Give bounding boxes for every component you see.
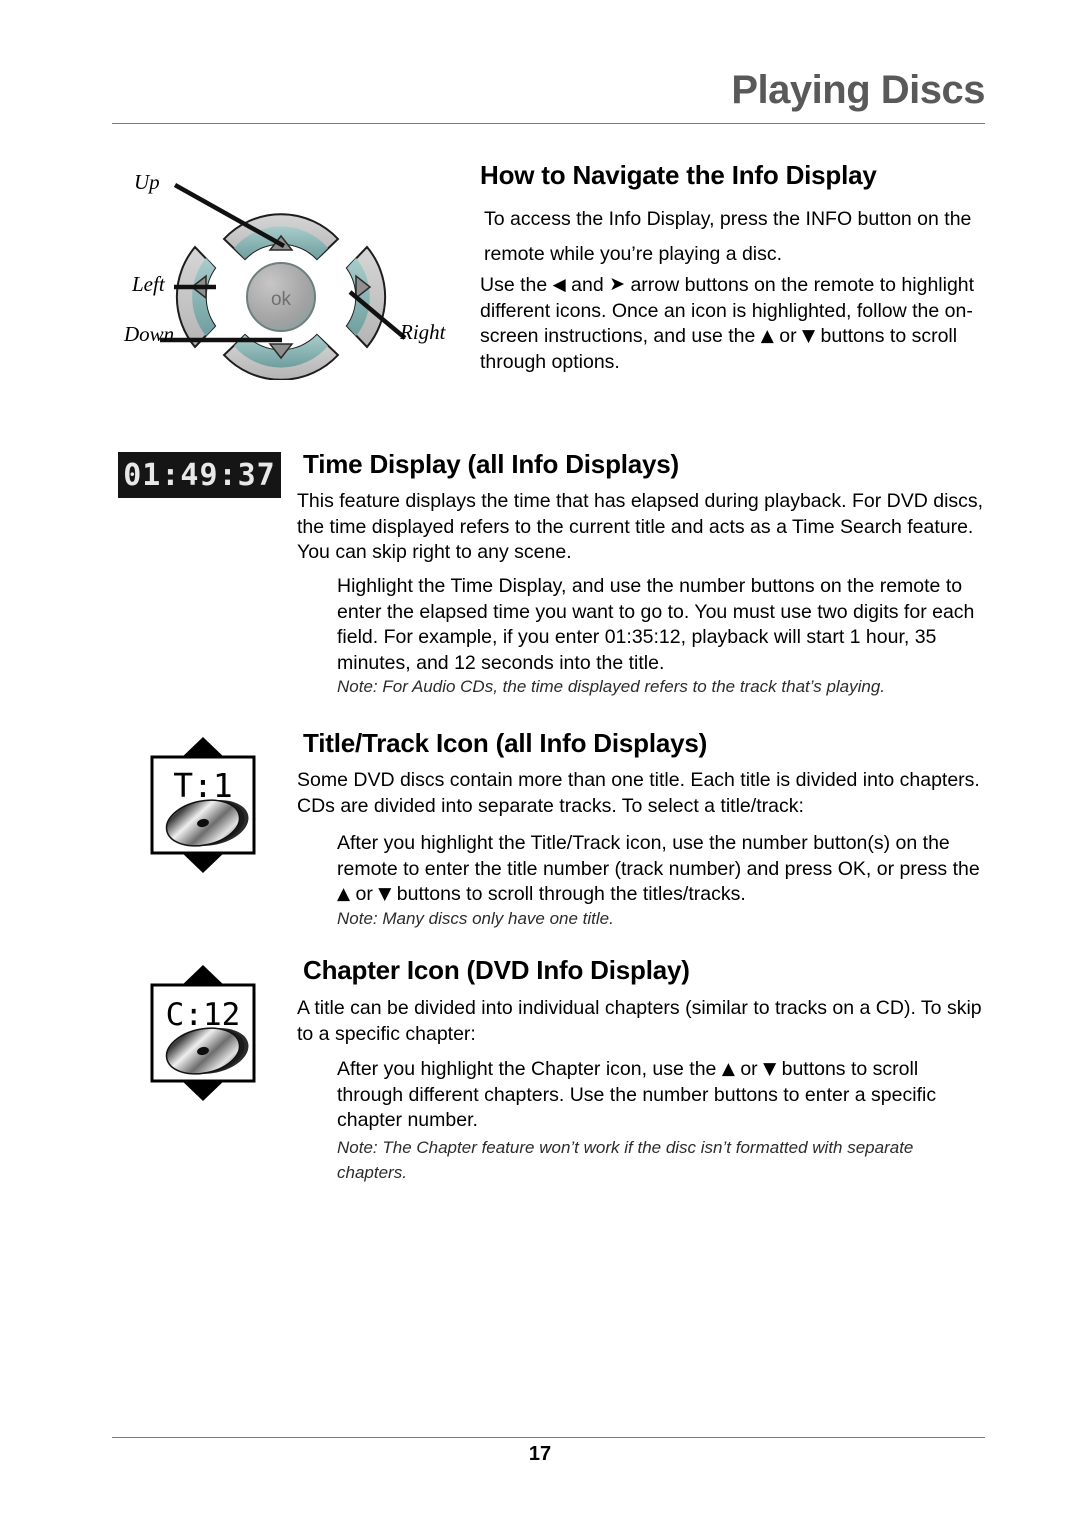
title-track-paragraph: Some DVD discs contain more than one tit… <box>297 769 980 817</box>
heading-time-display: Time Display (all Info Displays) <box>303 449 680 479</box>
chapter-indented-or: or <box>740 1058 758 1080</box>
chapter-paragraph: A title can be divided into individual c… <box>297 997 982 1045</box>
footer-divider <box>112 1437 985 1438</box>
heading-how-to-navigate: How to Navigate the Info Display <box>480 160 877 190</box>
nav-pad-left[interactable] <box>175 245 217 349</box>
page-number: 17 <box>528 1443 552 1465</box>
chapter-indented-pre: After you highlight the Chapter icon, us… <box>337 1058 717 1080</box>
navigate-p2-or: or <box>779 325 797 347</box>
chapter-note: Note: The Chapter feature won’t work if … <box>337 1138 914 1182</box>
nav-label-up: Up <box>134 170 160 194</box>
down-arrow-icon: ▼ <box>802 326 816 346</box>
navigate-p2-mid: and <box>571 274 604 296</box>
title-track-indented-or: or <box>355 883 373 905</box>
navigate-paragraph-1: To access the Info Display, press the IN… <box>484 202 984 272</box>
time-display-lcd-graphic: 01:49:37 <box>118 452 281 498</box>
chapter-icon-graphic: C:12 <box>142 963 264 1103</box>
nav-pad-graphic: ok <box>160 183 407 380</box>
nav-pad-ok-button[interactable]: ok <box>246 262 316 332</box>
up-arrow-icon: ▲ <box>721 1059 735 1079</box>
navigate-paragraph-1-line-1: To access the Info Display, press the IN… <box>484 208 972 230</box>
time-display-paragraph: This feature displays the time that has … <box>297 490 984 563</box>
chapter-indented-paragraph: After you highlight the Chapter icon, us… <box>337 1057 987 1134</box>
navigate-paragraph-1-line-2: remote while you’re playing a disc. <box>484 243 783 265</box>
nav-pad-ok-label: ok <box>271 289 292 310</box>
time-display-note: Note: For Audio CDs, the time displayed … <box>337 677 886 696</box>
nav-label-down: Down <box>124 322 175 346</box>
time-display-indented-paragraph: Highlight the Time Display, and use the … <box>337 575 975 674</box>
title-track-indented-paragraph: After you highlight the Title/Track icon… <box>337 831 987 908</box>
nav-label-right: Right <box>400 320 446 344</box>
header-divider <box>112 123 985 124</box>
page-title: Playing Discs <box>731 68 985 112</box>
navigation-pad-diagram: ok Up Left Down Right <box>112 160 472 380</box>
title-track-indented-pre: After you highlight the Title/Track icon… <box>337 832 980 880</box>
right-arrow-icon: ➤ <box>609 273 626 295</box>
title-track-icon-label: T:1 <box>173 766 233 805</box>
title-track-icon-graphic: T:1 <box>142 735 264 875</box>
nav-label-left: Left <box>132 272 165 296</box>
heading-chapter: Chapter Icon (DVD Info Display) <box>303 955 690 985</box>
time-display-lcd-value: 01:49:37 <box>123 457 276 493</box>
down-arrow-icon: ▼ <box>378 884 392 904</box>
chapter-icon-svg: C:12 <box>150 965 256 1101</box>
heading-title-track: Title/Track Icon (all Info Displays) <box>303 728 708 758</box>
chapter-icon-label: C:12 <box>166 997 241 1033</box>
title-track-note: Note: Many discs only have one title. <box>337 909 614 928</box>
page-header: Playing Discs <box>112 68 985 128</box>
up-arrow-icon: ▲ <box>337 884 351 904</box>
down-arrow-icon: ▼ <box>763 1059 777 1079</box>
title-track-indented-end: buttons to scroll through the titles/tra… <box>396 883 746 905</box>
left-arrow-icon: ◀ <box>552 275 566 295</box>
navigate-paragraph-2: Use the ◀ and ➤ arrow buttons on the rem… <box>480 273 985 375</box>
up-arrow-icon: ▲ <box>760 326 774 346</box>
navigate-p2-pre: Use the <box>480 274 548 296</box>
title-track-icon-svg: T:1 <box>150 737 256 873</box>
